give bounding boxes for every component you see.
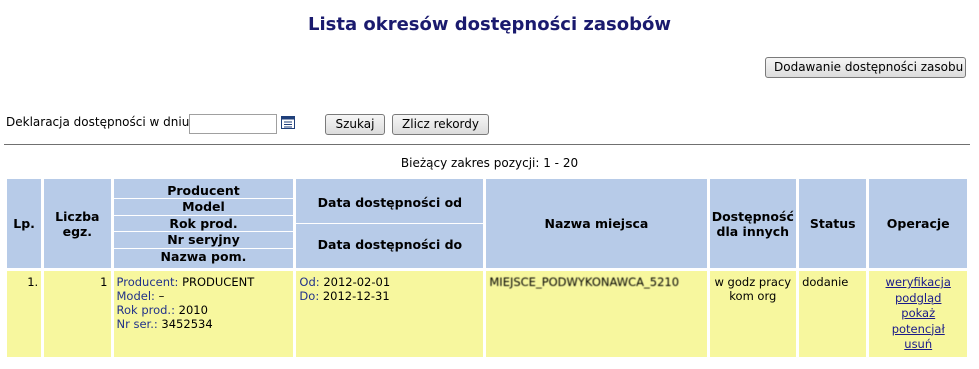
header-count: Liczba egz. — [44, 179, 111, 268]
add-availability-button[interactable]: Dodawanie dostępności zasobu — [765, 57, 966, 78]
header-availability: Dostępność dla innych — [709, 179, 797, 268]
producer-label: Producent: — [116, 275, 179, 289]
verify-link[interactable]: weryfikacja — [872, 275, 964, 291]
header-resource: Producent Model Rok prod. Nr seryjny Naz… — [113, 179, 294, 268]
header-year: Rok prod. — [113, 216, 294, 233]
row-count: 1 — [44, 271, 111, 357]
availability-date-input[interactable] — [189, 114, 277, 134]
row-status: dodanie — [799, 271, 867, 357]
header-operations: Operacje — [869, 179, 967, 268]
header-status: Status — [799, 179, 867, 268]
header-place: Nazwa miejsca — [486, 179, 707, 268]
place-value: MIEJSCE_PODWYKONAWCA_5210 — [489, 275, 680, 289]
header-dates: Data dostępności od Data dostępności do — [296, 179, 484, 268]
availability-table: Lp. Liczba egz. Producent Model Rok prod… — [4, 176, 970, 360]
availability-date-label: Deklaracja dostępności w dniu: — [6, 115, 194, 129]
divider — [4, 144, 970, 145]
row-dates: Od: 2012-02-01 Do: 2012-12-31 — [296, 271, 484, 357]
producer-value: PRODUCENT — [182, 275, 255, 289]
capacity-link[interactable]: potencjał — [872, 322, 964, 338]
year-value: 2010 — [178, 303, 208, 317]
header-producer: Producent — [113, 183, 294, 200]
date-to-label: Do: — [299, 289, 320, 303]
serial-value: 3452534 — [161, 317, 213, 331]
header-date-to: Data dostępności do — [317, 237, 463, 252]
header-date-from: Data dostępności od — [296, 182, 484, 224]
serial-label: Nr ser.: — [116, 317, 158, 331]
header-serial: Nr seryjny — [113, 232, 294, 249]
preview-link[interactable]: podgląd — [872, 291, 964, 307]
year-label: Rok prod.: — [116, 303, 175, 317]
date-to-value: 2012-12-31 — [322, 289, 390, 303]
model-label: Model: — [116, 289, 155, 303]
delete-link[interactable]: usuń — [872, 337, 964, 353]
page-title: Lista okresów dostępności zasobów — [307, 14, 671, 35]
header-model: Model — [113, 199, 294, 216]
date-from-label: Od: — [299, 275, 320, 289]
model-value: – — [158, 289, 165, 303]
date-from-value: 2012-02-01 — [323, 275, 391, 289]
show-link[interactable]: pokaż — [872, 306, 964, 322]
row-resource: Producent: PRODUCENT Model: – Rok prod.:… — [113, 271, 294, 357]
search-button[interactable]: Szukaj — [325, 114, 385, 135]
table-row: 1. 1 Producent: PRODUCENT Model: – Rok p… — [7, 271, 967, 357]
calendar-icon[interactable] — [281, 116, 295, 129]
row-availability: w godz pracy kom org — [709, 271, 797, 357]
range-info: Bieżący zakres pozycji: 1 - 20 — [400, 156, 579, 170]
header-room: Nazwa pom. — [160, 248, 247, 264]
count-records-button[interactable]: Zlicz rekordy — [392, 114, 489, 135]
header-lp: Lp. — [7, 179, 42, 268]
row-lp: 1. — [7, 271, 42, 357]
row-place: MIEJSCE_PODWYKONAWCA_5210 — [486, 271, 707, 357]
row-operations: weryfikacja podgląd pokaż potencjał usuń — [869, 271, 967, 357]
